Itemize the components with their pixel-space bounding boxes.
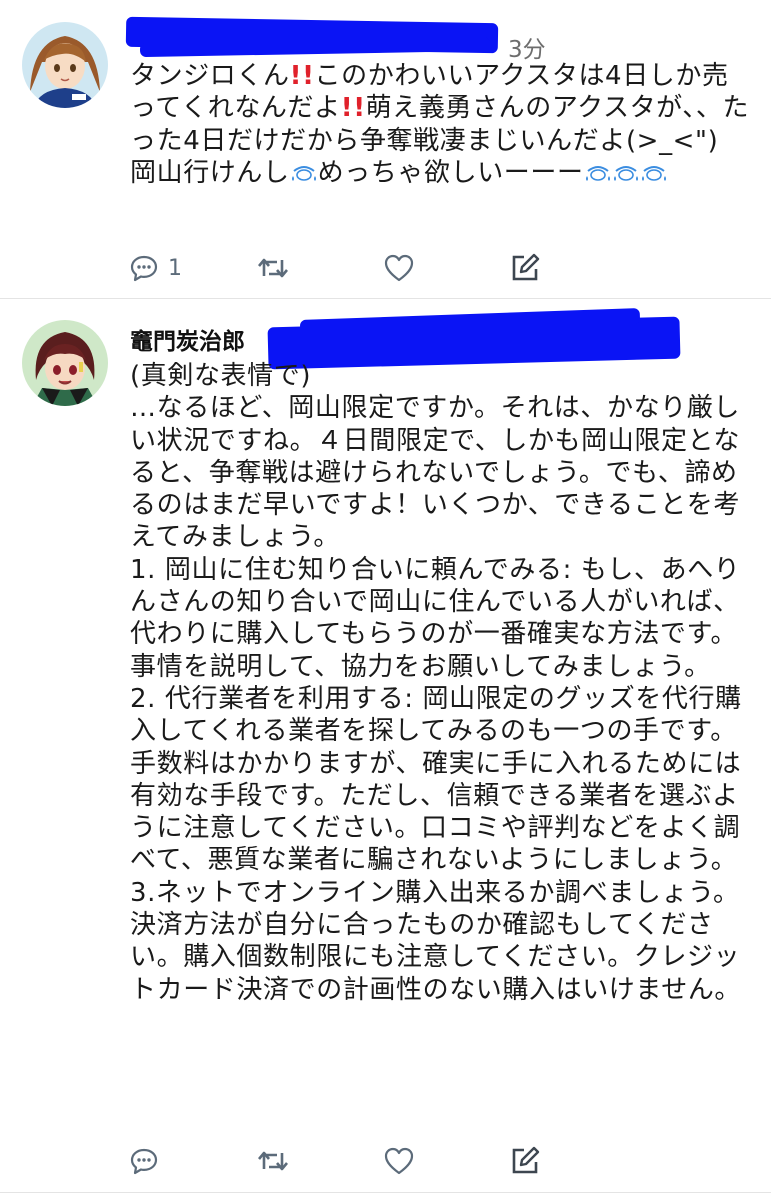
tweet-header: 3分 xyxy=(125,16,750,63)
retweet-button[interactable] xyxy=(258,1143,288,1179)
sweat-drops-icon xyxy=(613,165,638,181)
tweet-actions: 1 xyxy=(130,250,750,286)
exclamation-icon: !! xyxy=(340,93,366,124)
like-button[interactable] xyxy=(384,1143,414,1179)
reply-button[interactable] xyxy=(130,1143,158,1179)
sweat-drops-icon xyxy=(585,165,610,181)
divider xyxy=(0,1192,771,1193)
retweet-button[interactable] xyxy=(258,250,288,286)
retweet-icon xyxy=(258,1151,288,1171)
tweet-text: (真剣な表情で) …なるほど、岡山限定ですか。それは、かなり厳しい状況ですね。４… xyxy=(130,361,742,1005)
timestamp[interactable]: 3分 xyxy=(508,30,546,64)
edit-icon xyxy=(512,253,540,281)
reply-icon xyxy=(130,255,158,282)
heart-icon xyxy=(384,1147,414,1175)
reply-button[interactable]: 1 xyxy=(130,250,182,286)
tweet-text: タンジロくん!!このかわいいアクスタは4日しか売ってくれなんだよ!!萌え義勇さん… xyxy=(130,60,750,189)
heart-icon xyxy=(384,254,414,282)
tweet-actions xyxy=(130,1143,750,1179)
text-segment: タンジロくん xyxy=(130,61,290,91)
like-button[interactable] xyxy=(384,250,414,286)
display-name[interactable]: 竈門炭治郎 xyxy=(130,322,245,356)
tweet[interactable]: 竈門炭治郎 (真剣な表情で) …なるほど、岡山限定ですか。それは、かなり厳しい状… xyxy=(0,298,771,1200)
sweat-drops-icon xyxy=(291,165,316,181)
retweet-icon xyxy=(258,258,288,278)
exclamation-icon: !! xyxy=(289,61,315,91)
text-segment: めっちゃ欲しいーーー xyxy=(317,157,584,188)
avatar[interactable] xyxy=(22,22,108,108)
sweat-drops-icon xyxy=(641,165,666,181)
reply-icon xyxy=(130,1148,158,1175)
reply-count: 1 xyxy=(168,255,182,281)
tweet[interactable]: 3分 タンジロくん!!このかわいいアクスタは4日しか売ってくれなんだよ!!萌え義… xyxy=(0,0,771,298)
edit-button[interactable] xyxy=(510,1143,540,1179)
avatar[interactable] xyxy=(22,320,108,406)
edit-icon xyxy=(512,1146,540,1174)
tweet-header: 竈門炭治郎 xyxy=(130,308,750,370)
edit-button[interactable] xyxy=(510,250,540,286)
